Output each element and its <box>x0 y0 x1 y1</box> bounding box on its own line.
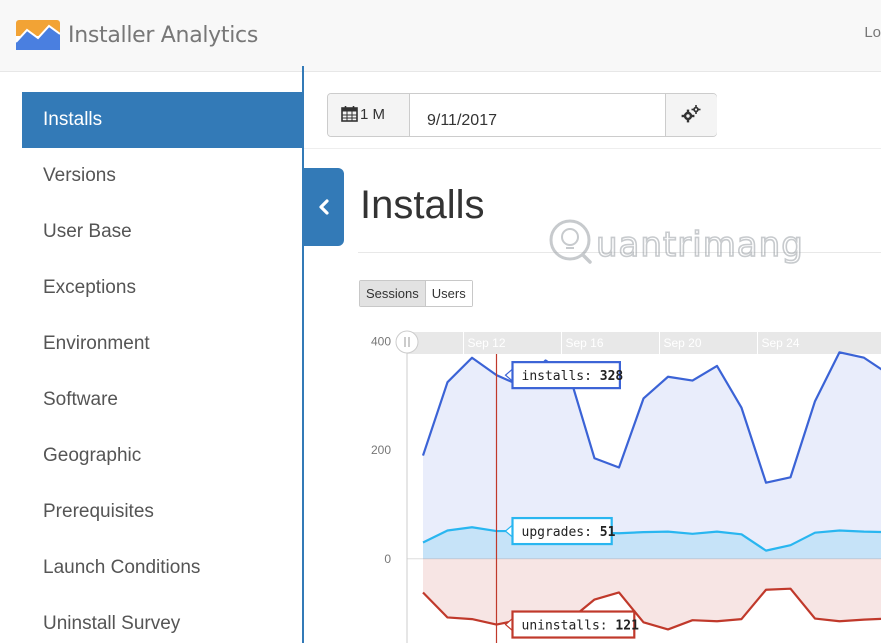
app-title: Installer Analytics <box>68 22 259 48</box>
x-tick-label: Sep 16 <box>566 336 604 350</box>
range-label: 1 M <box>360 106 386 123</box>
metric-toggle: Sessions Users <box>359 280 473 307</box>
collapse-sidebar-button[interactable] <box>304 168 344 246</box>
date-input[interactable] <box>411 94 664 136</box>
page-title: Installs <box>360 183 485 227</box>
toggle-sessions[interactable]: Sessions <box>360 281 426 306</box>
x-tick-label: Sep 20 <box>664 336 702 350</box>
analytics-logo-icon <box>16 20 60 50</box>
tooltip-label: installs: <box>522 369 600 384</box>
sidebar-item-exceptions[interactable]: Exceptions <box>22 260 303 316</box>
toggle-users[interactable]: Users <box>425 281 472 306</box>
sidebar-border <box>302 66 304 643</box>
date-toolbar: 1 M <box>327 93 717 137</box>
tooltip-label: upgrades: <box>522 525 600 540</box>
sidebar-item-prerequisites[interactable]: Prerequisites <box>22 484 303 540</box>
sidebar-item-uninstall-survey[interactable]: Uninstall Survey <box>22 596 303 643</box>
login-link[interactable]: Lo <box>864 24 881 41</box>
sidebar-item-versions[interactable]: Versions <box>22 148 303 204</box>
tooltip-installs-text: installs: 328 <box>522 369 624 384</box>
y-tick-label: 200 <box>371 443 391 457</box>
watermark: uantrimang <box>549 219 804 266</box>
range-button[interactable]: 1 M <box>328 94 410 136</box>
sidebar-nav: Installs Versions User Base Exceptions E… <box>22 92 303 643</box>
sidebar: Installs Versions User Base Exceptions E… <box>0 72 303 643</box>
tooltip-uninstalls-text: uninstalls: 121 <box>522 619 640 634</box>
watermark-text: uantrimang <box>596 225 804 265</box>
tooltip-value: 121 <box>615 619 639 634</box>
installs-chart: Sep 12 Sep 16 Sep 20 Sep 24 0 200 400 installs:… <box>371 330 881 643</box>
settings-button[interactable] <box>665 94 717 136</box>
uninstalls-area <box>423 558 881 630</box>
lightbulb-icon <box>549 219 592 264</box>
x-tick-label: Sep 24 <box>762 336 800 350</box>
sidebar-item-environment[interactable]: Environment <box>22 316 303 372</box>
tooltip-value: 51 <box>600 525 616 540</box>
gears-icon <box>681 105 701 123</box>
y-tick-label: 400 <box>371 334 391 348</box>
calendar-icon <box>341 106 358 122</box>
sidebar-item-software[interactable]: Software <box>22 372 303 428</box>
x-tick-label: Sep 12 <box>468 336 506 350</box>
installs-area <box>423 352 881 559</box>
sidebar-item-launch-conditions[interactable]: Launch Conditions <box>22 540 303 596</box>
top-navbar: Installer Analytics Lo <box>0 0 881 72</box>
tooltip-value: 328 <box>600 369 624 384</box>
brand[interactable]: Installer Analytics <box>16 20 258 50</box>
toolbar-divider <box>304 148 881 149</box>
tooltip-upgrades-text: upgrades: 51 <box>522 525 616 540</box>
sidebar-item-installs[interactable]: Installs <box>22 92 303 148</box>
y-tick-label: 0 <box>384 552 391 566</box>
chevron-left-icon <box>319 199 329 215</box>
navigator-handle[interactable] <box>395 330 419 354</box>
sidebar-item-geographic[interactable]: Geographic <box>22 428 303 484</box>
sidebar-item-user-base[interactable]: User Base <box>22 204 303 260</box>
tooltip-label: uninstalls: <box>522 619 616 634</box>
